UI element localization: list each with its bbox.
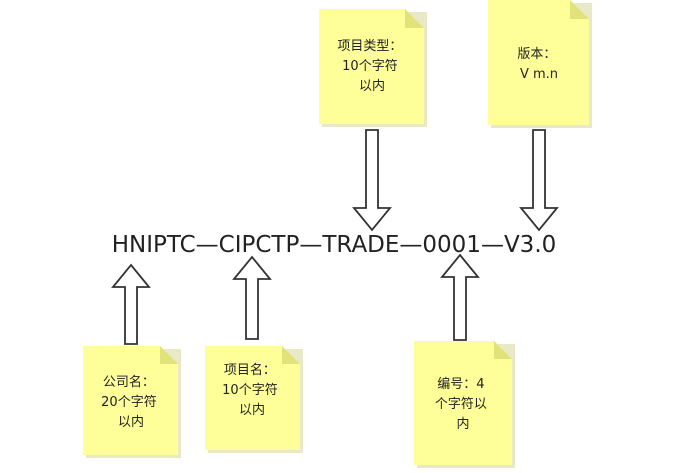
project-type-note-line-1: 项目类型： <box>337 39 402 54</box>
version-note-line-2: V m.n <box>520 67 558 82</box>
project-type-down-arrow <box>352 129 392 232</box>
project-name-note-line-1: 项目名： <box>224 362 276 378</box>
serial-number-note-line-3: 内 <box>456 416 469 432</box>
company-name-note-line-2: 20个字符 <box>101 394 157 410</box>
project-type-note-line-2: 10个字符 <box>342 58 398 74</box>
identifier-code: HNIPTC—CIPCTP—TRADE—0001—V3.0 <box>112 232 557 258</box>
company-name-note: 公司名： 20个字符 以内 <box>83 346 181 458</box>
project-name-note: 项目名： 10个字符 以内 <box>205 346 303 453</box>
company-name-note-line-1: 公司名： <box>103 374 155 390</box>
company-name-up-arrow <box>111 263 151 345</box>
version-note: 版本： V m.n <box>488 0 592 128</box>
serial-number-note: 编号：4 个字符以 内 <box>414 341 515 468</box>
version-note-line-1: 版本： <box>517 47 556 62</box>
project-name-note-line-2: 10个字符 <box>222 382 278 398</box>
company-name-note-line-3: 以内 <box>118 414 144 430</box>
version-down-arrow <box>519 129 559 232</box>
project-type-note: 项目类型： 10个字符 以内 <box>319 9 427 127</box>
project-type-note-line-3: 以内 <box>359 78 385 94</box>
serial-number-note-line-2: 个字符以 <box>435 396 487 412</box>
project-name-note-line-3: 以内 <box>239 402 265 418</box>
serial-number-up-arrow <box>440 253 480 341</box>
serial-number-note-line-1: 编号：4 <box>437 377 484 392</box>
project-name-up-arrow <box>232 255 272 340</box>
naming-convention-diagram: 项目类型： 10个字符 以内 版本： V m.n HNIPTC—CIPCTP—T… <box>83 0 592 468</box>
